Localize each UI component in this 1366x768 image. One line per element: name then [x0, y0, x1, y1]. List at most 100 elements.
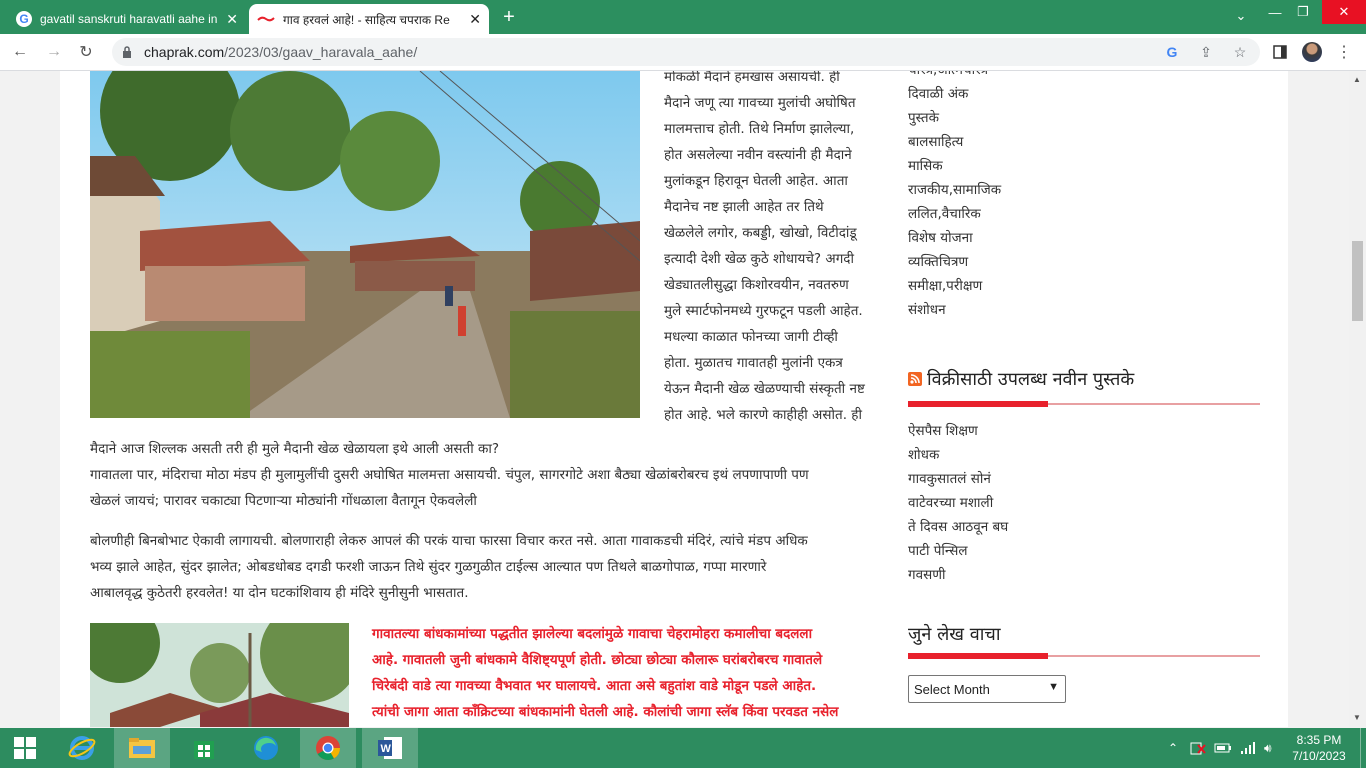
- tab-strip: G gavatil sanskruti haravatli aahe in ✕ …: [0, 0, 1366, 34]
- url-domain: chaprak.com: [144, 44, 225, 60]
- article-right-column: मोकळी मैदाने हमखास असायची. ही मैदाने जणू…: [664, 71, 904, 428]
- category-link[interactable]: मासिक: [908, 154, 1260, 178]
- close-tab-icon[interactable]: ✕: [469, 11, 481, 28]
- article-line: मोकळी मैदाने हमखास असायची. ही: [664, 71, 840, 85]
- page-scrollbar[interactable]: ▲ ▼: [1349, 71, 1366, 727]
- side-panel-icon[interactable]: [1268, 40, 1292, 64]
- battery-icon[interactable]: [1214, 728, 1232, 768]
- book-link[interactable]: शोधक: [908, 443, 1260, 467]
- archive-month-select[interactable]: Select Month ▼: [908, 675, 1066, 703]
- highlight-line: त्यांची जागा आता कॉंक्रिटच्या बांधकामांन…: [372, 704, 839, 720]
- bookmark-star-icon[interactable]: ☆: [1230, 42, 1250, 62]
- article-line: आबालवृद्ध कुठेतरी हरवलेत! या दोन घटकांशि…: [90, 585, 469, 601]
- category-link[interactable]: बालसाहित्य: [908, 130, 1260, 154]
- scroll-up-icon[interactable]: ▲: [1353, 75, 1361, 84]
- article-line: खेळलेले लगोर, कबड्डी, खोखो, विटीदांडू: [664, 225, 857, 241]
- article-line: इत्यादी देशी खेळ कुठे शोधायचे? अगदी: [664, 251, 854, 267]
- store-icon[interactable]: [176, 728, 232, 768]
- article-line: मैदाने आज शिल्लक असती तरी ही मुले मैदानी…: [90, 441, 500, 457]
- start-button[interactable]: [0, 728, 50, 768]
- tab-inactive[interactable]: G gavatil sanskruti haravatli aahe in ✕: [8, 4, 246, 34]
- rss-icon[interactable]: [908, 372, 922, 386]
- widget-title-text[interactable]: विक्रीसाठी उपलब्ध नवीन पुस्तके: [927, 367, 1134, 391]
- village-road-photo: [90, 71, 640, 418]
- archive-widget-title: जुने लेख वाचा: [908, 622, 1000, 646]
- address-bar[interactable]: chaprak.com/2023/03/gaav_haravala_aahe/ …: [112, 38, 1260, 66]
- article-line: मुलांकडून हिरावून घेतली आहेत. आता: [664, 173, 848, 189]
- google-icon: G: [16, 11, 32, 27]
- book-link[interactable]: गवसणी: [908, 563, 1260, 587]
- share-icon[interactable]: ⇪: [1196, 42, 1216, 62]
- highlight-line: चिरेबंदी वाडे त्या गावच्या वैभवात भर घाल…: [372, 678, 817, 694]
- scroll-down-icon[interactable]: ▼: [1353, 713, 1361, 722]
- back-icon[interactable]: ←: [8, 40, 32, 64]
- forward-icon[interactable]: →: [42, 40, 66, 64]
- article-paragraph: बोलणीही बिनबोभाट ऐकावी लागायची. बोलणाराह…: [90, 528, 890, 606]
- web-page: मोकळी मैदाने हमखास असायची. ही मैदाने जणू…: [0, 71, 1366, 727]
- word-icon[interactable]: W: [362, 728, 418, 768]
- widget-divider: [908, 653, 1260, 659]
- category-link[interactable]: ललित,वैचारिक: [908, 202, 1260, 226]
- category-link[interactable]: पुस्तके: [908, 106, 1260, 130]
- article-line: येऊन मैदानी खेळ खेळण्याची संस्कृती नष्ट: [664, 381, 865, 397]
- device-icon[interactable]: [1190, 728, 1206, 768]
- category-link[interactable]: समीक्षा,परीक्षण: [908, 274, 1260, 298]
- show-desktop-button[interactable]: [1360, 728, 1366, 768]
- google-lens-icon[interactable]: G: [1162, 42, 1182, 62]
- profile-avatar[interactable]: [1300, 40, 1324, 64]
- chevron-down-icon: ▼: [1048, 681, 1059, 693]
- article-line: बोलणीही बिनबोभाट ऐकावी लागायची. बोलणाराह…: [90, 533, 808, 549]
- close-window-button[interactable]: ✕: [1322, 0, 1366, 24]
- volume-icon[interactable]: 🔊︎: [1264, 728, 1272, 768]
- widget-title-text: जुने लेख वाचा: [908, 624, 1001, 645]
- chrome-icon[interactable]: [300, 728, 356, 768]
- browser-toolbar: ← → ↻ chaprak.com/2023/03/gaav_haravala_…: [0, 34, 1366, 71]
- tab-active[interactable]: गाव हरवलं आहे! - साहित्य चपराक Re ✕: [249, 4, 489, 34]
- internet-explorer-icon[interactable]: [54, 728, 110, 768]
- article-line: मधल्या काळात फोनच्या जागी टीव्ही: [664, 329, 838, 345]
- restore-button[interactable]: ❐: [1284, 0, 1322, 24]
- category-link[interactable]: चरित्र,आत्मचरित्र: [908, 71, 1260, 82]
- village-houses-photo: [90, 623, 349, 727]
- edge-icon[interactable]: [238, 728, 294, 768]
- url-path: /2023/03/gaav_haravala_aahe/: [224, 44, 418, 60]
- clock-date: 7/10/2023: [1292, 749, 1346, 763]
- books-list: ऐसपैस शिक्षण शोधक गावकुसातलं सोनं वाटेवर…: [908, 419, 1260, 587]
- article-paragraph: मैदाने आज शिल्लक असती तरी ही मुले मैदानी…: [90, 436, 890, 514]
- book-link[interactable]: ऐसपैस शिक्षण: [908, 419, 1260, 443]
- category-link[interactable]: राजकीय,सामाजिक: [908, 178, 1260, 202]
- tab-search-icon[interactable]: ⌄: [1222, 4, 1260, 28]
- book-link[interactable]: वाटेवरच्या मशाली: [908, 491, 1260, 515]
- article-line: मैदानेच नष्ट झाली आहेत तर तिथे: [664, 199, 824, 215]
- article-line: मैदाने जणू त्या गावच्या मुलांची अघोषित: [664, 95, 856, 111]
- article-line: खेड्यातलीसुद्धा किशोरवयीन, नवतरुण: [664, 277, 849, 293]
- highlighted-paragraph: गावातल्या बांधकामांच्या पद्धतीत झालेल्या…: [372, 621, 882, 725]
- article-line: गावातला पार, मंदिराचा मोठा मंडप ही मुलाम…: [90, 467, 809, 483]
- article-line: मुले स्मार्टफोनमध्ये गुरफटून पडली आहेत.: [664, 303, 863, 319]
- book-link[interactable]: पाटी पेन्सिल: [908, 539, 1260, 563]
- article-line: मालमत्ताच होती. तिथे निर्माण झालेल्या,: [664, 121, 855, 137]
- lock-icon[interactable]: [122, 46, 136, 58]
- category-link[interactable]: दिवाळी अंक: [908, 82, 1260, 106]
- new-tab-button[interactable]: +: [498, 6, 520, 29]
- tab-title: गाव हरवलं आहे! - साहित्य चपराक Re: [283, 12, 450, 27]
- system-clock[interactable]: 8:35 PM 7/10/2023: [1286, 732, 1352, 764]
- book-link[interactable]: ते दिवस आठवून बघ: [908, 515, 1260, 539]
- category-link[interactable]: विशेष योजना: [908, 226, 1260, 250]
- article-line: होत आहे. भले कारणे काहीही असोत. ही: [664, 407, 862, 423]
- file-explorer-icon[interactable]: [114, 728, 170, 768]
- clock-time: 8:35 PM: [1296, 733, 1342, 747]
- show-hidden-icons[interactable]: ⌃: [1168, 728, 1178, 768]
- scroll-thumb[interactable]: [1352, 241, 1363, 321]
- avatar: [1302, 42, 1322, 62]
- menu-icon[interactable]: ⋮: [1332, 40, 1356, 64]
- chaprak-favicon-icon: [257, 15, 275, 23]
- reload-icon[interactable]: ↻: [74, 40, 98, 64]
- book-link[interactable]: गावकुसातलं सोनं: [908, 467, 1260, 491]
- url-text: chaprak.com/2023/03/gaav_haravala_aahe/: [144, 44, 417, 60]
- category-link[interactable]: व्यक्तिचित्रण: [908, 250, 1260, 274]
- select-value: Select Month: [914, 681, 990, 697]
- network-signal-icon[interactable]: [1240, 728, 1256, 768]
- category-link[interactable]: संशोधन: [908, 298, 1260, 322]
- close-tab-icon[interactable]: ✕: [226, 11, 238, 28]
